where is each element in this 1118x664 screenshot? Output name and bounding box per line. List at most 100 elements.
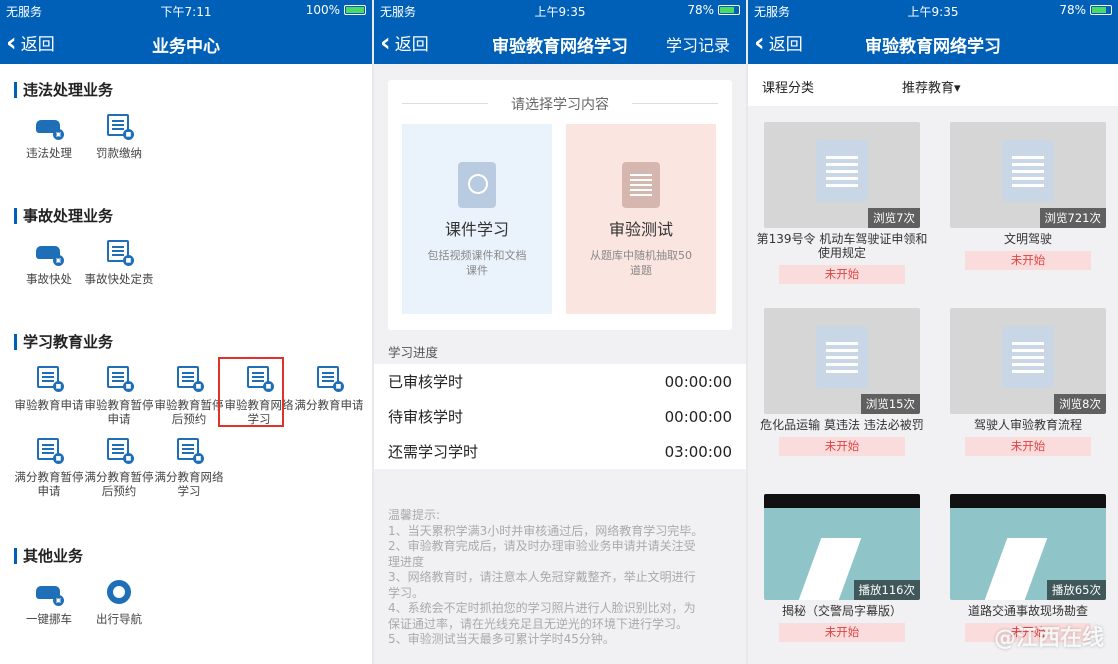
car-icon: ▣	[34, 112, 64, 140]
view-count: 浏览721次	[1040, 208, 1106, 228]
document-icon	[1002, 140, 1054, 202]
service-item[interactable]: ■满分教育申请	[294, 364, 364, 426]
progress-list: 已审核学时 00:00:00 待审核学时 00:00:00 还需学习学时 03:…	[374, 364, 746, 469]
document-icon: ■	[174, 364, 204, 392]
business-section: 其他业务 ▣ 一键挪车出行导航	[14, 548, 372, 636]
course-title: 危化品运输 莫违法 违法必被罚	[754, 418, 930, 432]
service-item[interactable]: 出行导航	[84, 578, 154, 626]
progress-row: 待审核学时 00:00:00	[374, 399, 746, 434]
navigation-icon	[104, 578, 134, 606]
battery-percent: 100%	[306, 3, 340, 17]
progress-row: 还需学习学时 03:00:00	[374, 434, 746, 469]
service-label: 满分教育暂停后预约	[84, 470, 154, 498]
service-item[interactable]: ■ 满分教育暂停后预约	[84, 436, 154, 498]
tip-line: 2、审验教育完成后，请及时办理审验业务申请并请关注受理进度	[388, 539, 706, 570]
document-icon: ■	[34, 364, 64, 392]
option-label: 课件学习	[402, 216, 552, 240]
filter-label: 课程分类	[762, 77, 814, 96]
service-label: 审验教育申请	[14, 398, 84, 412]
nav-bar: 无服务 上午9:35 78% ‹ 返回 审验教育网络学习	[748, 0, 1118, 64]
car-icon: ▣	[34, 578, 64, 606]
course-title: 道路交通事故现场勘查	[940, 604, 1116, 618]
service-item[interactable]: ▣ 一键挪车	[14, 578, 84, 626]
course-card[interactable]: 浏览7次第139号令 机动车驾驶证申领和使用规定未开始	[754, 114, 930, 284]
content-select-card: 请选择学习内容 课件学习 包括视频课件和文档课件 审验测试 从题库中随机抽取50…	[388, 80, 732, 330]
course-title: 驾驶人审验教育流程	[940, 418, 1116, 432]
option-desc: 包括视频课件和文档课件	[402, 248, 552, 278]
video-thumbnail: 播放116次	[764, 494, 920, 600]
status-bar: 无服务 上午9:35 78%	[374, 0, 746, 22]
service-label: 一键挪车	[14, 612, 84, 626]
course-card[interactable]: 播放65次道路交通事故现场勘查未开始	[940, 486, 1116, 642]
business-section: 学习教育业务■审验教育申请■审验教育暂停申请■审验教育暂停后预约■审验教育网络学…	[14, 334, 372, 508]
course-card[interactable]: 浏览8次驾驶人审验教育流程未开始	[940, 300, 1116, 456]
page-title: 业务中心	[0, 32, 372, 57]
video-thumbnail: 播放65次	[950, 494, 1106, 600]
service-label: 事故快处定责	[84, 272, 154, 286]
document-icon	[622, 162, 660, 208]
battery-percent: 78%	[687, 3, 714, 17]
status-right: 78%	[687, 3, 740, 17]
section-title: 其他业务	[14, 548, 372, 564]
service-item[interactable]: ■ 审验教育暂停后预约	[154, 364, 224, 426]
service-item[interactable]: ■ 审验教育申请	[14, 364, 84, 426]
status-badge: 未开始	[779, 437, 905, 456]
card-title: 请选择学习内容	[388, 94, 732, 114]
business-center-screen: 无服务 下午7:11 100% ‹ 返回 业务中心 违法处理业务▣违法处理■罚款…	[0, 0, 372, 664]
document-thumbnail: 浏览721次	[950, 122, 1106, 228]
service-grid: ■审验教育申请■审验教育暂停申请■审验教育暂停后预约■审验教育网络学习■满分教育…	[14, 364, 372, 508]
document-icon: ■	[104, 364, 134, 392]
courseware-study-button[interactable]: 课件学习 包括视频课件和文档课件	[402, 124, 552, 314]
service-label: 出行导航	[84, 612, 154, 626]
service-item[interactable]: ▣ 违法处理	[14, 112, 84, 160]
tips-text: 温馨提示: 1、当天累积学满3小时并审核通过后，网络教育学习完毕。 2、审验教育…	[388, 508, 706, 648]
document-icon	[816, 140, 868, 202]
document-icon: ■	[104, 436, 134, 464]
study-record-button[interactable]: 学习记录	[666, 32, 730, 56]
service-label: 满分教育申请	[294, 398, 364, 412]
business-section: 事故处理业务 ▣事故快处■事故快处定责	[14, 208, 372, 296]
option-desc: 从题库中随机抽取50道题	[566, 248, 716, 278]
progress-value: 00:00:00	[665, 373, 732, 391]
service-grid: ▣事故快处■事故快处定责	[14, 238, 372, 296]
collision-icon: ▣	[34, 238, 64, 266]
document-icon	[816, 326, 868, 388]
document-icon: ■	[104, 112, 134, 140]
progress-value: 03:00:00	[665, 443, 732, 461]
course-title: 揭秘（交警局字幕版）	[754, 604, 930, 618]
status-right: 100%	[306, 3, 366, 17]
service-item[interactable]: ■审验教育网络学习	[224, 364, 294, 426]
online-learning-screen: 无服务 上午9:35 78% ‹ 返回 审验教育网络学习 学习记录 请选择学习内…	[374, 0, 746, 664]
tip-line: 5、审验测试当天最多可累计学时45分钟。	[388, 632, 706, 648]
course-card[interactable]: 浏览15次危化品运输 莫违法 违法必被罚未开始	[754, 300, 930, 456]
category-dropdown[interactable]: 推荐教育▾	[902, 77, 961, 96]
document-thumbnail: 浏览8次	[950, 308, 1106, 414]
service-label: 满分教育暂停申请	[14, 470, 84, 498]
service-item[interactable]: ■事故快处定责	[84, 238, 154, 286]
progress-name: 已审核学时	[388, 371, 463, 392]
view-count: 播放65次	[1047, 580, 1106, 600]
course-title: 第139号令 机动车驾驶证申领和使用规定	[754, 232, 930, 260]
service-label: 审验教育暂停后预约	[154, 398, 224, 426]
section-title: 事故处理业务	[14, 208, 372, 224]
view-count: 浏览7次	[868, 208, 920, 228]
review-test-button[interactable]: 审验测试 从题库中随机抽取50道题	[566, 124, 716, 314]
status-bar: 无服务 下午7:11 100%	[0, 0, 372, 22]
service-item[interactable]: ■满分教育网络学习	[154, 436, 224, 498]
course-card[interactable]: 播放116次揭秘（交警局字幕版）未开始	[754, 486, 930, 642]
service-label: 违法处理	[14, 146, 84, 160]
progress-name: 待审核学时	[388, 406, 463, 427]
business-section: 违法处理业务▣违法处理■罚款缴纳	[14, 82, 372, 170]
service-item[interactable]: ■满分教育暂停申请	[14, 436, 84, 498]
option-label: 审验测试	[566, 216, 716, 240]
service-item[interactable]: ■ 罚款缴纳	[84, 112, 154, 160]
service-label: 罚款缴纳	[84, 146, 154, 160]
progress-label: 学习进度	[388, 342, 438, 361]
status-bar: 无服务 上午9:35 78%	[748, 0, 1118, 22]
battery-icon	[344, 5, 366, 15]
service-item[interactable]: ▣事故快处	[14, 238, 84, 286]
status-badge: 未开始	[965, 437, 1091, 456]
service-item[interactable]: ■审验教育暂停申请	[84, 364, 154, 426]
battery-icon	[1090, 5, 1112, 15]
course-card[interactable]: 浏览721次文明驾驶未开始	[940, 114, 1116, 270]
